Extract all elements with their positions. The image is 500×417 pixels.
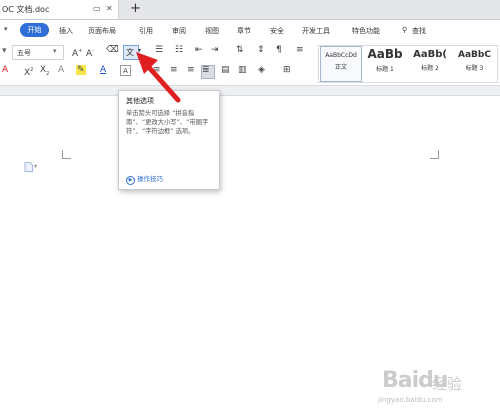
tooltip-body: 单击箭头可选择 “拼音指南”、“更改大小写”、“带圈字符”、“字符边框” 选项。 <box>126 110 209 135</box>
document-tab-title: OC 文档.doc <box>2 5 50 14</box>
page-margin-corner-right <box>430 150 439 159</box>
style-gallery: AaBbCcDd 正文 AaBb 标题 1 AaBb( 标题 2 AaBbC 标… <box>318 45 498 83</box>
menu-tab-insert[interactable]: 插入 <box>59 26 73 36</box>
menu-tab-security[interactable]: 安全 <box>270 26 284 36</box>
chevron-down-icon[interactable]: ▾ <box>34 163 37 170</box>
style-name: 标题 1 <box>376 66 394 73</box>
menu-bar: ▾ 开始 插入 页面布局 引用 审阅 视图 章节 安全 开发工具 特色功能 ⚲ … <box>0 20 500 41</box>
columns-icon[interactable]: ▥ <box>238 65 247 75</box>
line-spacing-icon[interactable]: ≡ <box>296 45 304 55</box>
search-icon[interactable]: ⚲ <box>402 26 407 34</box>
tab-strip: OC 文档.doc ▭ ✕ + <box>0 0 500 20</box>
menu-tab-references[interactable]: 引用 <box>139 26 153 36</box>
menu-tab-developer[interactable]: 开发工具 <box>302 26 330 36</box>
tips-link-label: 操作技巧 <box>137 175 163 183</box>
annotation-arrow-icon <box>136 52 181 103</box>
show-hide-marks-icon[interactable]: ¶ <box>276 45 282 55</box>
tips-link[interactable]: ▶ 操作技巧 <box>126 173 163 185</box>
style-sample: AaBb( <box>413 49 447 60</box>
menu-tab-review[interactable]: 审阅 <box>172 26 186 36</box>
document-icon[interactable] <box>24 162 33 172</box>
shrink-font-icon[interactable]: A- <box>86 46 94 59</box>
increase-indent-icon[interactable]: ⇥ <box>211 45 219 55</box>
style-sample: AaBbCcDd <box>325 52 357 59</box>
ruler <box>0 86 500 96</box>
font-color-icon[interactable]: A <box>100 65 106 75</box>
style-card-heading-3[interactable]: AaBbC 标题 3 <box>453 46 496 80</box>
highlight-icon[interactable]: ✎ <box>76 65 86 75</box>
style-sample: AaBb <box>367 47 403 61</box>
font-size-select[interactable]: 五号 ▾ <box>12 45 64 60</box>
menu-tab-view[interactable]: 视图 <box>205 26 219 36</box>
borders-icon[interactable]: ⊞ <box>283 65 291 75</box>
search-label[interactable]: 查找 <box>412 26 426 36</box>
chinese-layout-icon[interactable]: ⇅ <box>236 45 244 55</box>
page-margin-corner-left <box>62 150 71 159</box>
play-icon: ▶ <box>126 176 135 185</box>
font-size-value: 五号 <box>17 49 31 57</box>
baidu-watermark: Baidu 经验 jingyan.baidu.com <box>378 368 462 404</box>
ribbon-toolbar: ▾ 五号 ▾ A+ A- ⌫ 文 ▾ ☰ ☷ ⇤ ⇥ ⇅ ⇕ ¶ ≡ A X2 … <box>0 41 500 86</box>
style-card-normal[interactable]: AaBbCcDd 正文 <box>320 46 362 82</box>
decrease-indent-icon[interactable]: ⇤ <box>195 45 203 55</box>
font-color-a-icon[interactable]: A <box>2 65 8 75</box>
style-card-heading-1[interactable]: AaBb 标题 1 <box>363 46 407 80</box>
distributed-icon[interactable]: ▤ <box>221 65 230 75</box>
watermark-cn: 经验 <box>432 375 463 393</box>
menu-tab-home[interactable]: 开始 <box>20 23 49 37</box>
watermark-url: jingyan.baidu.com <box>378 396 443 404</box>
sort-icon[interactable]: ⇕ <box>257 45 265 55</box>
grow-font-icon[interactable]: A+ <box>72 46 82 59</box>
chevron-down-icon: ▾ <box>53 47 57 55</box>
document-tab[interactable]: OC 文档.doc ▭ ✕ <box>0 0 119 19</box>
menu-tab-page-layout[interactable]: 页面布局 <box>88 26 116 36</box>
justify-icon: ≣ <box>202 65 210 75</box>
menu-tab-chapter[interactable]: 章节 <box>237 26 251 36</box>
subscript-icon[interactable]: X2 <box>40 65 49 79</box>
clear-format-icon[interactable]: ⌫ <box>106 45 119 55</box>
align-right-icon[interactable]: ≡ <box>187 65 195 75</box>
style-name: 标题 2 <box>421 65 439 72</box>
chevron-down-icon[interactable]: ▾ <box>4 25 8 33</box>
menu-tab-special[interactable]: 特色功能 <box>352 26 380 36</box>
style-name: 标题 3 <box>465 65 484 72</box>
new-tab-button[interactable]: + <box>130 1 141 16</box>
paragraph-shading-icon[interactable]: ◈ <box>258 65 265 75</box>
text-effect-icon[interactable]: A <box>58 65 64 75</box>
font-dropdown-arrow-icon[interactable]: ▾ <box>2 46 7 56</box>
style-sample: AaBbC <box>458 50 491 60</box>
style-name: 正文 <box>334 64 347 71</box>
close-tab-icon[interactable]: ✕ <box>106 4 113 13</box>
superscript-icon[interactable]: X2 <box>24 65 33 78</box>
style-card-heading-2[interactable]: AaBb( 标题 2 <box>408 46 452 80</box>
pin-icon[interactable]: ▭ <box>93 4 101 13</box>
